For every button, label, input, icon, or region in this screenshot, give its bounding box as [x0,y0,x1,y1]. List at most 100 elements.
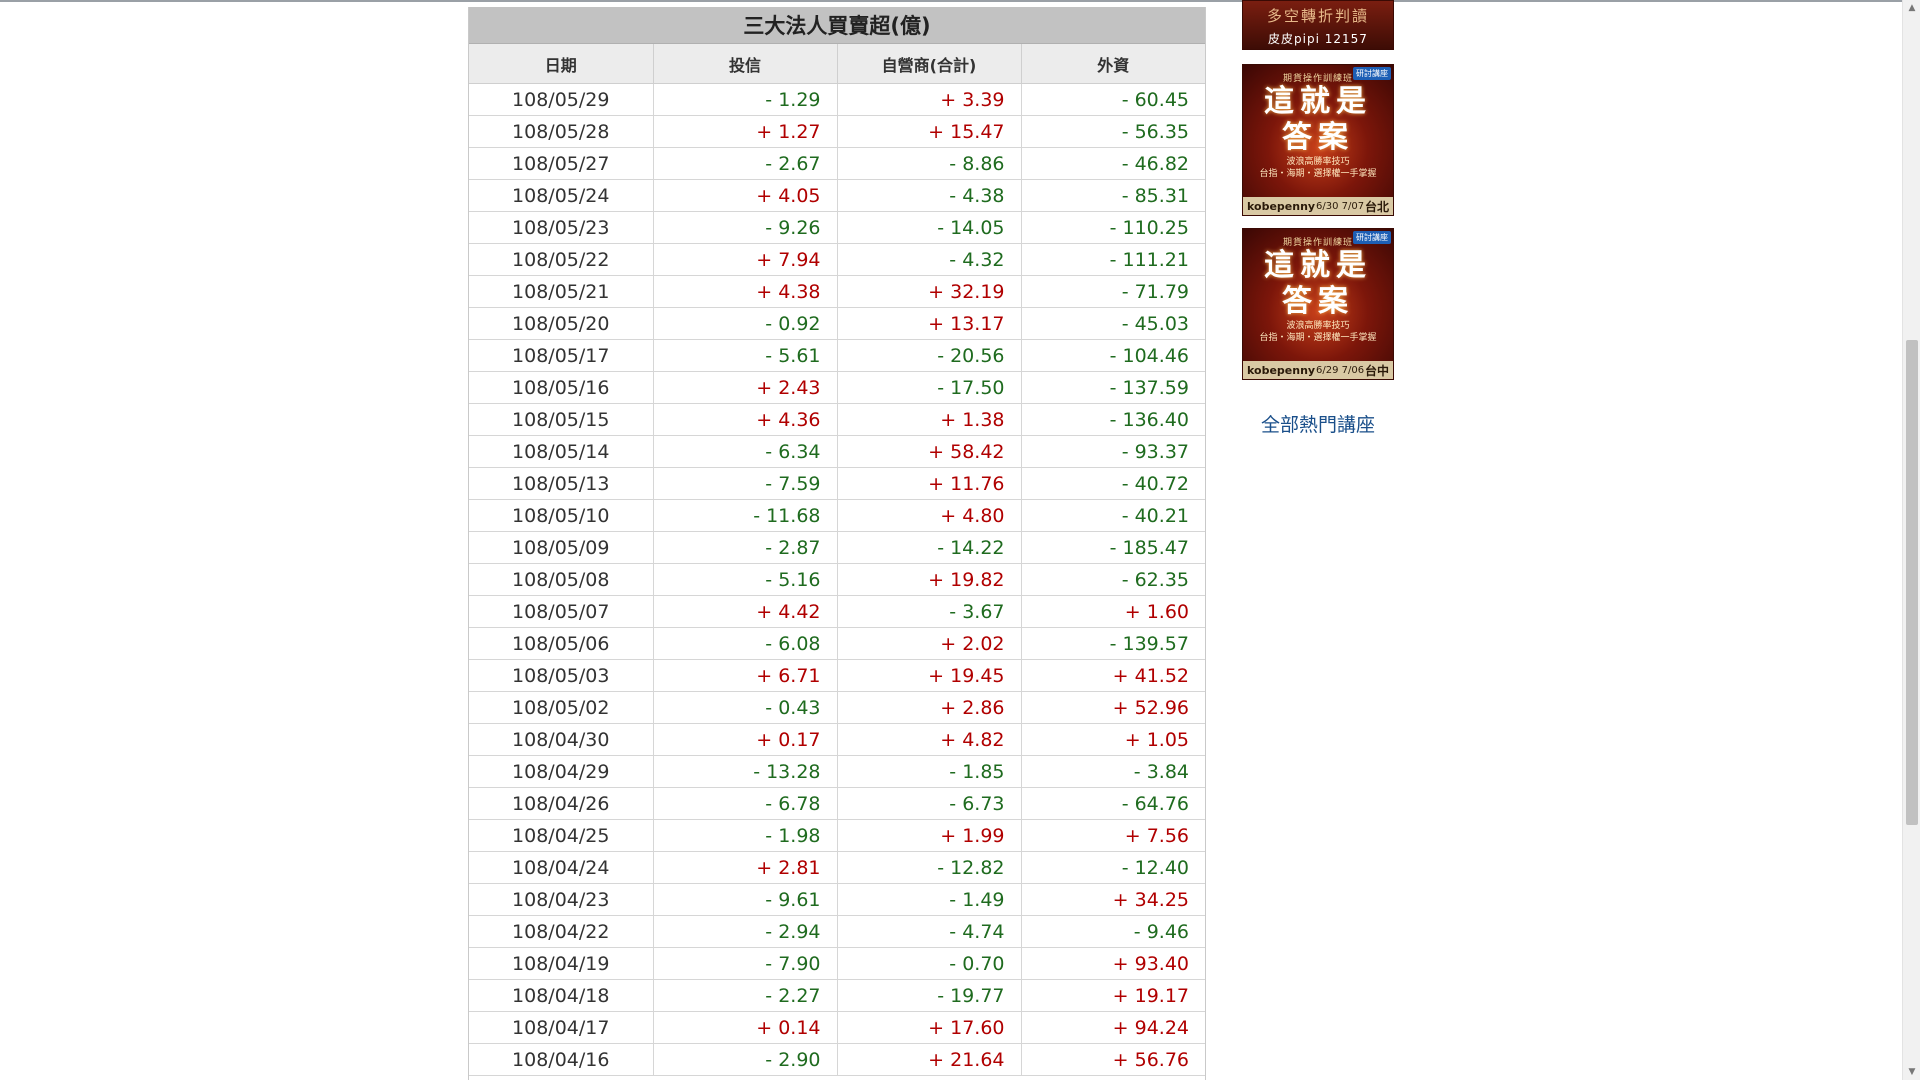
cell-foreign: - 3.84 [1021,755,1205,788]
table-row: 108/05/16 + 2.43- 17.50- 137.59 [469,371,1205,404]
window-top-border [0,0,1920,2]
cell-investment-trust: + 2.43 [653,371,838,404]
ad-city: 台中 [1364,363,1389,378]
cell-dealers: + 1.99 [837,819,1022,852]
cell-investment-trust: - 2.87 [653,531,838,564]
cell-foreign: - 93.37 [1021,435,1205,468]
cell-foreign: + 7.56 [1021,819,1205,852]
header-dealers: 自營商(合計) [837,44,1022,84]
table-row: 108/04/29- 13.28- 1.85- 3.84 [469,755,1205,788]
cell-foreign: + 19.17 [1021,979,1205,1012]
cell-investment-trust: - 2.27 [653,979,838,1012]
cell-date: 108/05/20 [469,307,654,340]
cell-foreign: - 46.82 [1021,147,1205,180]
cell-foreign: - 110.25 [1021,211,1205,244]
cell-dealers: - 1.49 [837,883,1022,916]
cell-dealers: - 4.74 [837,915,1022,948]
table-row: 108/04/25- 1.98 + 1.99 + 7.56 [469,819,1205,852]
cell-foreign: + 34.25 [1021,883,1205,916]
cell-date: 108/05/08 [469,563,654,596]
ad-footer: kobepenny 6/29 7/06 台中 [1243,361,1393,379]
cell-investment-trust: - 1.98 [653,819,838,852]
table-row: 108/05/21 + 4.38 + 32.19- 71.79 [469,275,1205,308]
scrollbar-thumb[interactable] [1906,340,1918,825]
ad-badge: 研討講座 [1353,231,1391,244]
cell-date: 108/05/03 [469,659,654,692]
ad-dates: 6/29 7/06 [1315,364,1365,376]
table-row: 108/05/23- 9.26- 14.05- 110.25 [469,211,1205,244]
ad-desc-1: 波浪高勝率技巧 [1286,321,1350,331]
cell-dealers: + 4.82 [837,723,1022,756]
ad-banner-turning-point[interactable]: 多空轉折判讀 皮皮pipi 12157 [1242,0,1394,50]
cell-foreign: - 62.35 [1021,563,1205,596]
cell-date: 108/04/26 [469,787,654,820]
data-table: 日期 投信 自營商(合計) 外資 108/05/29- 1.29 + 3.39- … [469,44,1205,1076]
cell-date: 108/05/02 [469,691,654,724]
table-row: 108/05/03 + 6.71 + 19.45 + 41.52 [469,659,1205,692]
cell-investment-trust: + 4.42 [653,595,838,628]
ad-banner-taichung[interactable]: 研討講座 期貨操作訓練班 這就是 答案 波浪高勝率技巧 台指・海期・選擇權一手掌… [1242,228,1394,380]
ad-dates: 6/30 7/07 [1315,200,1365,212]
institutional-trading-table: 三大法人買賣超(億) 日期 投信 自營商(合計) 外資 108/05/29- 1… [468,7,1206,1080]
cell-date: 108/05/14 [469,435,654,468]
cell-investment-trust: + 7.94 [653,243,838,276]
cell-investment-trust: + 4.05 [653,179,838,212]
cell-investment-trust: + 0.17 [653,723,838,756]
header-foreign: 外資 [1021,44,1205,84]
cell-foreign: - 45.03 [1021,307,1205,340]
table-row: 108/04/30 + 0.17 + 4.82 + 1.05 [469,723,1205,756]
table-row: 108/05/09- 2.87- 14.22- 185.47 [469,531,1205,564]
table-body: 108/05/29- 1.29 + 3.39- 60.45 108/05/28 + 1… [469,83,1205,1076]
cell-foreign: + 93.40 [1021,947,1205,980]
vertical-scrollbar[interactable]: ▲ ▼ [1902,0,1920,1080]
cell-date: 108/04/25 [469,819,654,852]
cell-date: 108/05/13 [469,467,654,500]
ad-desc-2: 台指・海期・選擇權一手掌握 [1259,333,1377,343]
cell-foreign: - 12.40 [1021,851,1205,884]
cell-investment-trust: + 0.14 [653,1011,838,1044]
cell-dealers: - 12.82 [837,851,1022,884]
cell-dealers: - 19.77 [837,979,1022,1012]
sidebar-ads: 多空轉折判讀 皮皮pipi 12157 研討講座 期貨操作訓練班 這就是 答案 … [1242,0,1394,437]
ad-brand: kobepenny [1247,363,1316,377]
ad-desc-2: 台指・海期・選擇權一手掌握 [1259,169,1377,179]
table-row: 108/04/23- 9.61- 1.49 + 34.25 [469,883,1205,916]
cell-dealers: - 6.73 [837,787,1022,820]
cell-investment-trust: - 2.67 [653,147,838,180]
ad-city: 台北 [1364,199,1389,214]
cell-dealers: - 3.67 [837,595,1022,628]
cell-foreign: - 60.45 [1021,83,1205,116]
ad-banner-taipei[interactable]: 研討講座 期貨操作訓練班 這就是 答案 波浪高勝率技巧 台指・海期・選擇權一手掌… [1242,64,1394,216]
cell-date: 108/05/21 [469,275,654,308]
table-row: 108/05/17- 5.61- 20.56- 104.46 [469,339,1205,372]
scroll-down-arrow-icon[interactable]: ▼ [1903,1064,1920,1080]
cell-dealers: - 20.56 [837,339,1022,372]
cell-foreign: + 52.96 [1021,691,1205,724]
all-hot-seminars-link[interactable]: 全部熱門講座 [1242,410,1394,437]
cell-foreign: + 56.76 [1021,1043,1205,1076]
cell-dealers: + 13.17 [837,307,1022,340]
cell-dealers: + 19.45 [837,659,1022,692]
cell-dealers: + 11.76 [837,467,1022,500]
cell-dealers: + 2.86 [837,691,1022,724]
table-row: 108/04/26- 6.78- 6.73- 64.76 [469,787,1205,820]
header-row: 日期 投信 自營商(合計) 外資 [469,44,1205,84]
table-row: 108/05/29- 1.29 + 3.39- 60.45 [469,83,1205,116]
cell-dealers: - 17.50 [837,371,1022,404]
cell-dealers: + 3.39 [837,83,1022,116]
cell-foreign: - 104.46 [1021,339,1205,372]
scroll-up-arrow-icon[interactable]: ▲ [1903,0,1920,16]
cell-investment-trust: - 11.68 [653,499,838,532]
table-row: 108/05/15 + 4.36 + 1.38- 136.40 [469,403,1205,436]
cell-date: 108/05/17 [469,339,654,372]
cell-investment-trust: - 6.78 [653,787,838,820]
cell-foreign: - 40.21 [1021,499,1205,532]
table-row: 108/05/06- 6.08 + 2.02- 139.57 [469,627,1205,660]
cell-investment-trust: - 7.90 [653,947,838,980]
ad-banner-top: 多空轉折判讀 皮皮pipi 12157 [1243,1,1393,49]
cell-date: 108/05/22 [469,243,654,276]
cell-dealers: + 1.38 [837,403,1022,436]
cell-dealers: + 17.60 [837,1011,1022,1044]
cell-date: 108/05/28 [469,115,654,148]
cell-dealers: + 4.80 [837,499,1022,532]
